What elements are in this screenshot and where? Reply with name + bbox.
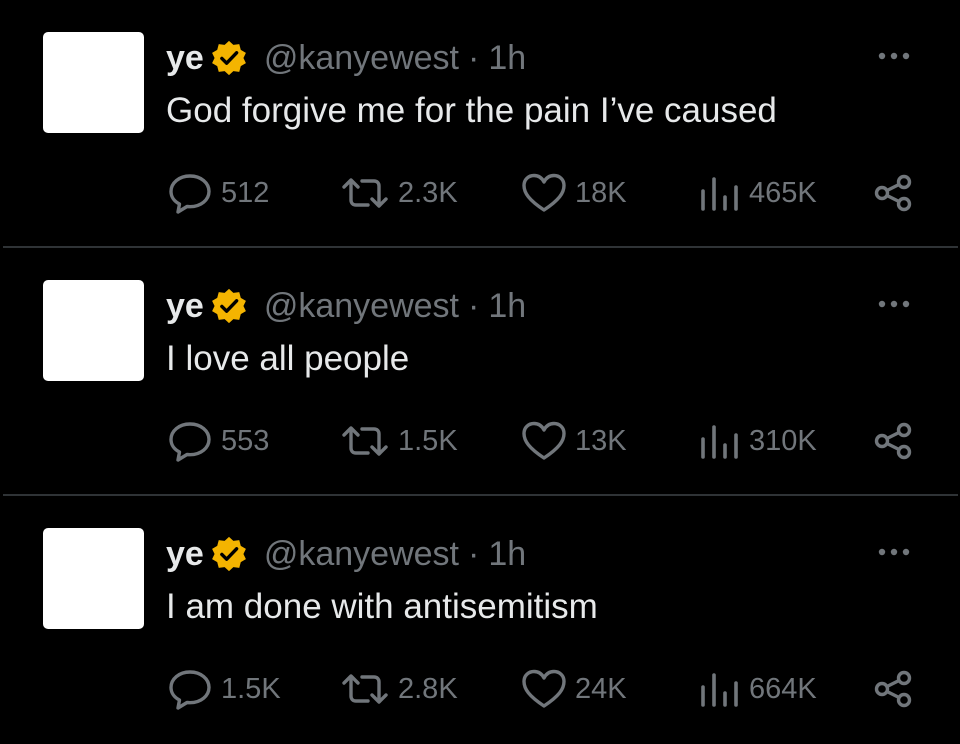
tweet-text: God forgive me for the pain I’ve caused [166, 91, 777, 130]
share-icon [873, 669, 915, 709]
share-button[interactable] [873, 664, 923, 714]
views-icon [697, 173, 741, 213]
separator-dot: · [467, 535, 480, 573]
views-count: 465K [749, 176, 817, 209]
tweet-text: I am done with antisemitism [166, 587, 598, 626]
separator-dot: · [467, 287, 480, 325]
views-button[interactable]: 465K [697, 168, 817, 218]
timestamp[interactable]: 1h [488, 532, 526, 576]
avatar[interactable] [43, 280, 144, 381]
display-name[interactable]: ye [166, 36, 204, 80]
reply-icon [167, 171, 213, 215]
retweet-count: 1.5K [398, 424, 458, 457]
more-options-icon[interactable] [876, 44, 912, 68]
verified-badge-icon[interactable] [210, 39, 248, 77]
retweet-icon [340, 173, 390, 213]
reply-icon [167, 419, 213, 463]
like-button[interactable]: 24K [521, 664, 627, 714]
verified-badge-icon[interactable] [210, 287, 248, 325]
views-icon [697, 421, 741, 461]
share-button[interactable] [873, 168, 923, 218]
retweet-icon [340, 669, 390, 709]
tweet[interactable]: ye @kanyewest · 1h I am done with antise… [0, 496, 960, 744]
views-count: 310K [749, 424, 817, 457]
retweet-button[interactable]: 2.8K [340, 664, 458, 714]
tweet[interactable]: ye @kanyewest · 1h God forgive me for th… [0, 0, 960, 248]
like-count: 13K [575, 424, 627, 457]
retweet-button[interactable]: 2.3K [340, 168, 458, 218]
reply-count: 1.5K [221, 672, 281, 705]
reply-button[interactable]: 553 [167, 416, 269, 466]
user-handle[interactable]: @kanyewest [264, 36, 459, 80]
tweet-actions: 553 1.5K 13K 310K [0, 416, 960, 466]
avatar[interactable] [43, 528, 144, 629]
reply-icon [167, 667, 213, 711]
like-count: 18K [575, 176, 627, 209]
tweet-feed: ye @kanyewest · 1h God forgive me for th… [0, 0, 960, 734]
views-count: 664K [749, 672, 817, 705]
views-icon [697, 669, 741, 709]
retweet-button[interactable]: 1.5K [340, 416, 458, 466]
like-button[interactable]: 13K [521, 416, 627, 466]
share-icon [873, 173, 915, 213]
views-button[interactable]: 664K [697, 664, 817, 714]
tweet[interactable]: ye @kanyewest · 1h I love all people 553 [0, 248, 960, 496]
user-handle[interactable]: @kanyewest [264, 284, 459, 328]
avatar[interactable] [43, 32, 144, 133]
like-icon [521, 668, 567, 710]
retweet-count: 2.3K [398, 176, 458, 209]
tweet-actions: 512 2.3K 18K 465K [0, 168, 960, 218]
like-icon [521, 420, 567, 462]
like-count: 24K [575, 672, 627, 705]
reply-count: 553 [221, 424, 270, 457]
separator-dot: · [467, 39, 480, 77]
timestamp[interactable]: 1h [488, 284, 526, 328]
retweet-count: 2.8K [398, 672, 458, 705]
reply-button[interactable]: 1.5K [167, 664, 281, 714]
tweet-text: I love all people [166, 339, 410, 378]
share-button[interactable] [873, 416, 923, 466]
tweet-actions: 1.5K 2.8K 24K 664K [0, 664, 960, 714]
views-button[interactable]: 310K [697, 416, 817, 466]
tweet-header: ye @kanyewest · 1h [166, 532, 526, 576]
tweet-header: ye @kanyewest · 1h [166, 36, 526, 80]
display-name[interactable]: ye [166, 284, 204, 328]
reply-button[interactable]: 512 [167, 168, 269, 218]
like-icon [521, 172, 567, 214]
timestamp[interactable]: 1h [488, 36, 526, 80]
like-button[interactable]: 18K [521, 168, 627, 218]
user-handle[interactable]: @kanyewest [264, 532, 459, 576]
tweet-header: ye @kanyewest · 1h [166, 284, 526, 328]
reply-count: 512 [221, 176, 270, 209]
more-options-icon[interactable] [876, 540, 912, 564]
verified-badge-icon[interactable] [210, 535, 248, 573]
share-icon [873, 421, 915, 461]
retweet-icon [340, 421, 390, 461]
display-name[interactable]: ye [166, 532, 204, 576]
more-options-icon[interactable] [876, 292, 912, 316]
